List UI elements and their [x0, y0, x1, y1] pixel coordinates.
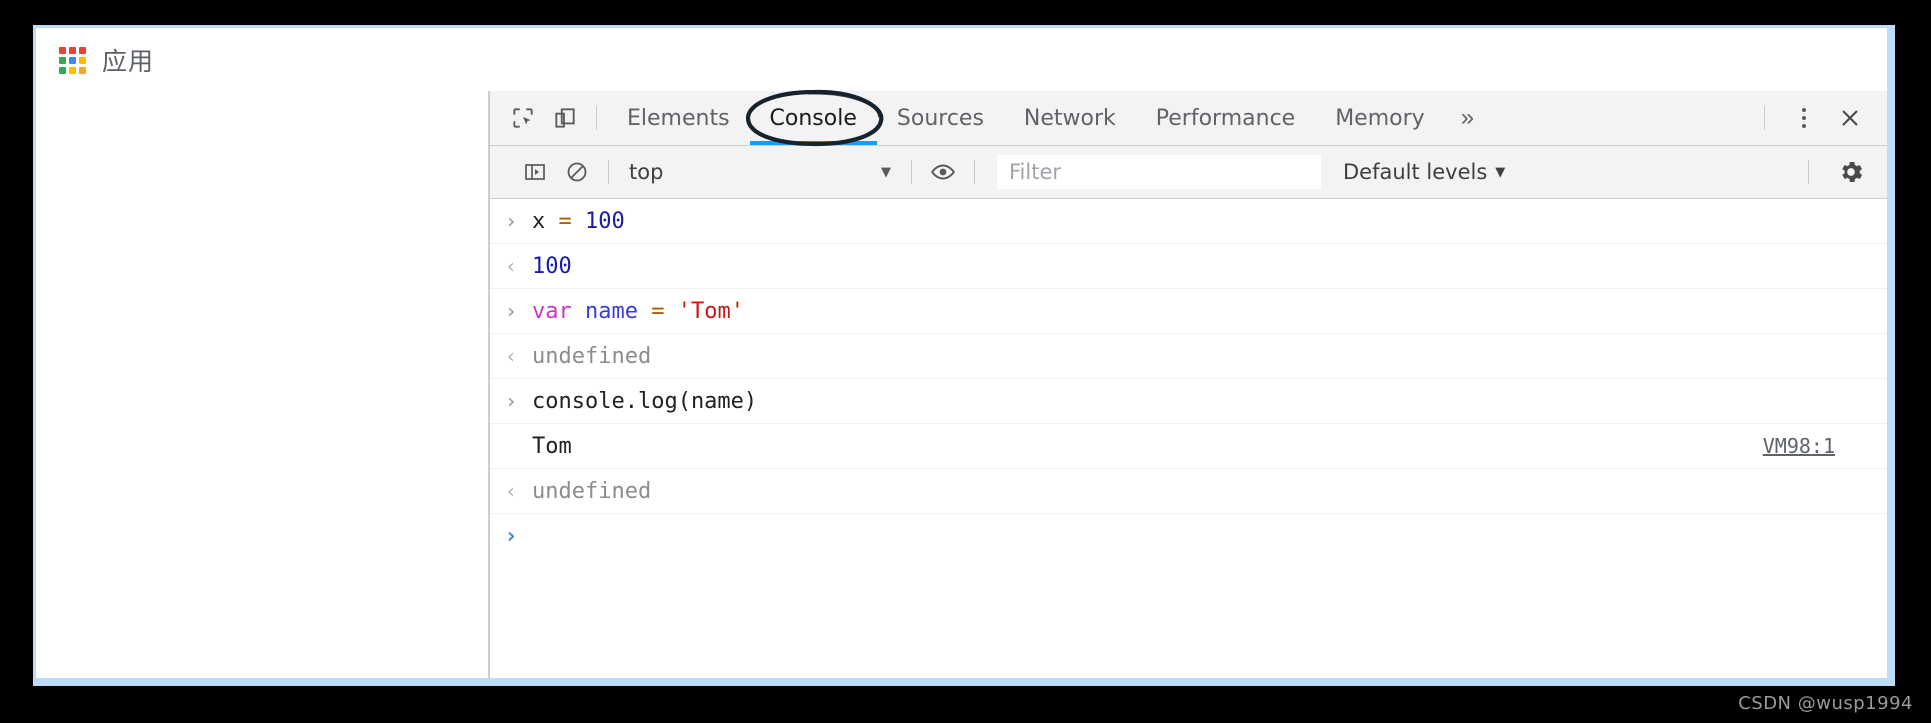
console-token: 100 — [532, 253, 572, 279]
devtools-tab-label: Sources — [896, 105, 984, 131]
console-message-row: › var name = 'Tom' — [490, 289, 1887, 334]
apps-grid-cell-4 — [69, 56, 76, 64]
console-message-row: › x = 100 — [490, 199, 1887, 244]
browser-window: 应用 Elements Console Sources Network Perf… — [36, 28, 1887, 678]
console-token: x — [532, 208, 559, 234]
devtools-tab-sources[interactable]: Sources — [877, 91, 1004, 145]
console-message-row: › — [490, 514, 1887, 558]
apps-grid-icon[interactable] — [59, 46, 86, 74]
console-message-gutter-icon: › — [504, 299, 518, 323]
devtools-tab-performance[interactable]: Performance — [1136, 91, 1315, 145]
devtools-panel: Elements Console Sources Network Performance… — [489, 89, 1887, 678]
apps-grid-cell-1 — [69, 46, 76, 54]
devtools-tab-console[interactable]: Console — [749, 91, 878, 145]
console-levels-value: Default levels — [1343, 160, 1488, 184]
apps-grid-cell-5 — [79, 56, 86, 64]
console-context-select[interactable]: top ▼ — [619, 155, 901, 189]
console-message-gutter-icon: › — [504, 209, 518, 233]
devtools-tabstrip: Elements Console Sources Network Performance… — [490, 91, 1887, 146]
devtools-tab-elements[interactable]: Elements — [607, 91, 750, 145]
console-token: = — [558, 208, 585, 234]
console-message-gutter-icon: ‹ — [504, 479, 518, 503]
console-token: undefined — [532, 478, 652, 504]
bookmarks-bar: 应用 — [36, 28, 1887, 92]
csdn-watermark: CSDN @wusp1994 — [1738, 693, 1913, 714]
console-token: console.log(name) — [532, 388, 758, 414]
devtools-tab-list: Elements Console Sources Network Performance… — [607, 91, 1445, 145]
screenshot-root: 应用 Elements Console Sources Network Perf… — [0, 0, 1931, 723]
close-devtools-icon[interactable] — [1833, 101, 1867, 135]
console-message-list[interactable]: › x = 100 ‹ 100 › var name = 'Tom' ‹ undefined ›… — [490, 199, 1887, 678]
apps-grid-cell-8 — [79, 66, 86, 74]
console-message-row: ‹ undefined — [490, 469, 1887, 514]
chevron-down-icon-levels: ▼ — [1495, 164, 1506, 180]
console-message-gutter-icon: › — [504, 389, 518, 413]
console-message-gutter-icon: › — [504, 523, 518, 549]
page-viewport — [36, 91, 489, 678]
console-message-text: undefined — [532, 479, 651, 504]
device-toolbar-icon[interactable] — [544, 97, 586, 139]
console-context-value: top — [629, 160, 664, 184]
devtools-tab-label: Console — [769, 105, 857, 131]
chevron-down-icon: ▼ — [881, 164, 891, 180]
devtools-more-options-icon[interactable] — [1787, 101, 1821, 135]
console-message-text: x = 100 — [532, 209, 625, 234]
devtools-tab-label: Memory — [1335, 105, 1425, 131]
devtools-tab-label: Elements — [627, 105, 730, 131]
apps-grid-cell-2 — [79, 46, 86, 54]
live-expression-icon[interactable] — [922, 151, 964, 193]
apps-grid-cell-0 — [59, 46, 66, 54]
toolbar-divider — [596, 106, 597, 130]
console-message-gutter-icon: ‹ — [504, 344, 518, 368]
console-token: 100 — [585, 208, 625, 234]
console-token: = — [651, 298, 678, 324]
console-filter-input[interactable] — [997, 155, 1321, 189]
page-body: Elements Console Sources Network Performance… — [36, 89, 1887, 678]
console-message-source-link[interactable]: VM98:1 — [1763, 434, 1835, 458]
browser-window-frame: 应用 Elements Console Sources Network Perf… — [33, 25, 1895, 686]
console-message-text: undefined — [532, 344, 651, 369]
more-tabs-icon[interactable]: » — [1445, 91, 1490, 145]
toolbar-divider-right — [1764, 106, 1765, 130]
console-message-text: var name = 'Tom' — [532, 299, 744, 324]
console-token: undefined — [532, 343, 652, 369]
devtools-tabstrip-actions — [1754, 91, 1887, 145]
console-message-text: console.log(name) — [532, 389, 757, 414]
apps-grid-cell-3 — [59, 56, 66, 64]
filterbar-divider-1 — [608, 160, 609, 184]
console-message-row: Tom VM98:1 — [490, 424, 1887, 469]
apps-grid-cell-7 — [69, 66, 76, 74]
console-token: Tom — [532, 433, 572, 459]
filterbar-actions — [1798, 154, 1887, 190]
filterbar-divider-2 — [911, 160, 912, 184]
devtools-tab-label: Performance — [1155, 105, 1296, 131]
inspect-element-icon[interactable] — [502, 97, 544, 139]
console-message-row: ‹ undefined — [490, 334, 1887, 379]
console-message-gutter-icon: ‹ — [504, 254, 518, 278]
clear-console-icon[interactable] — [556, 151, 598, 193]
console-token: 'Tom' — [677, 298, 744, 324]
console-message-row: › console.log(name) — [490, 379, 1887, 424]
console-token: var — [532, 298, 585, 324]
console-message-text: 100 — [532, 254, 572, 279]
devtools-tab-label: Network — [1023, 105, 1116, 131]
devtools-tab-network[interactable]: Network — [1004, 91, 1136, 145]
filterbar-divider-4 — [1808, 160, 1809, 184]
console-sidebar-icon[interactable] — [514, 151, 556, 193]
console-filter-toolbar: top ▼ Defaul — [490, 146, 1887, 199]
devtools-tab-memory[interactable]: Memory — [1315, 91, 1444, 145]
console-message-text: Tom — [532, 434, 572, 459]
filterbar-divider-3 — [974, 160, 975, 184]
apps-grid-cell-6 — [59, 66, 66, 74]
apps-label[interactable]: 应用 — [102, 42, 154, 78]
console-token: name — [584, 298, 652, 324]
settings-gear-icon[interactable] — [1833, 154, 1869, 190]
console-levels-select[interactable]: Default levels ▼ — [1343, 160, 1505, 184]
console-message-row: ‹ 100 — [490, 244, 1887, 289]
